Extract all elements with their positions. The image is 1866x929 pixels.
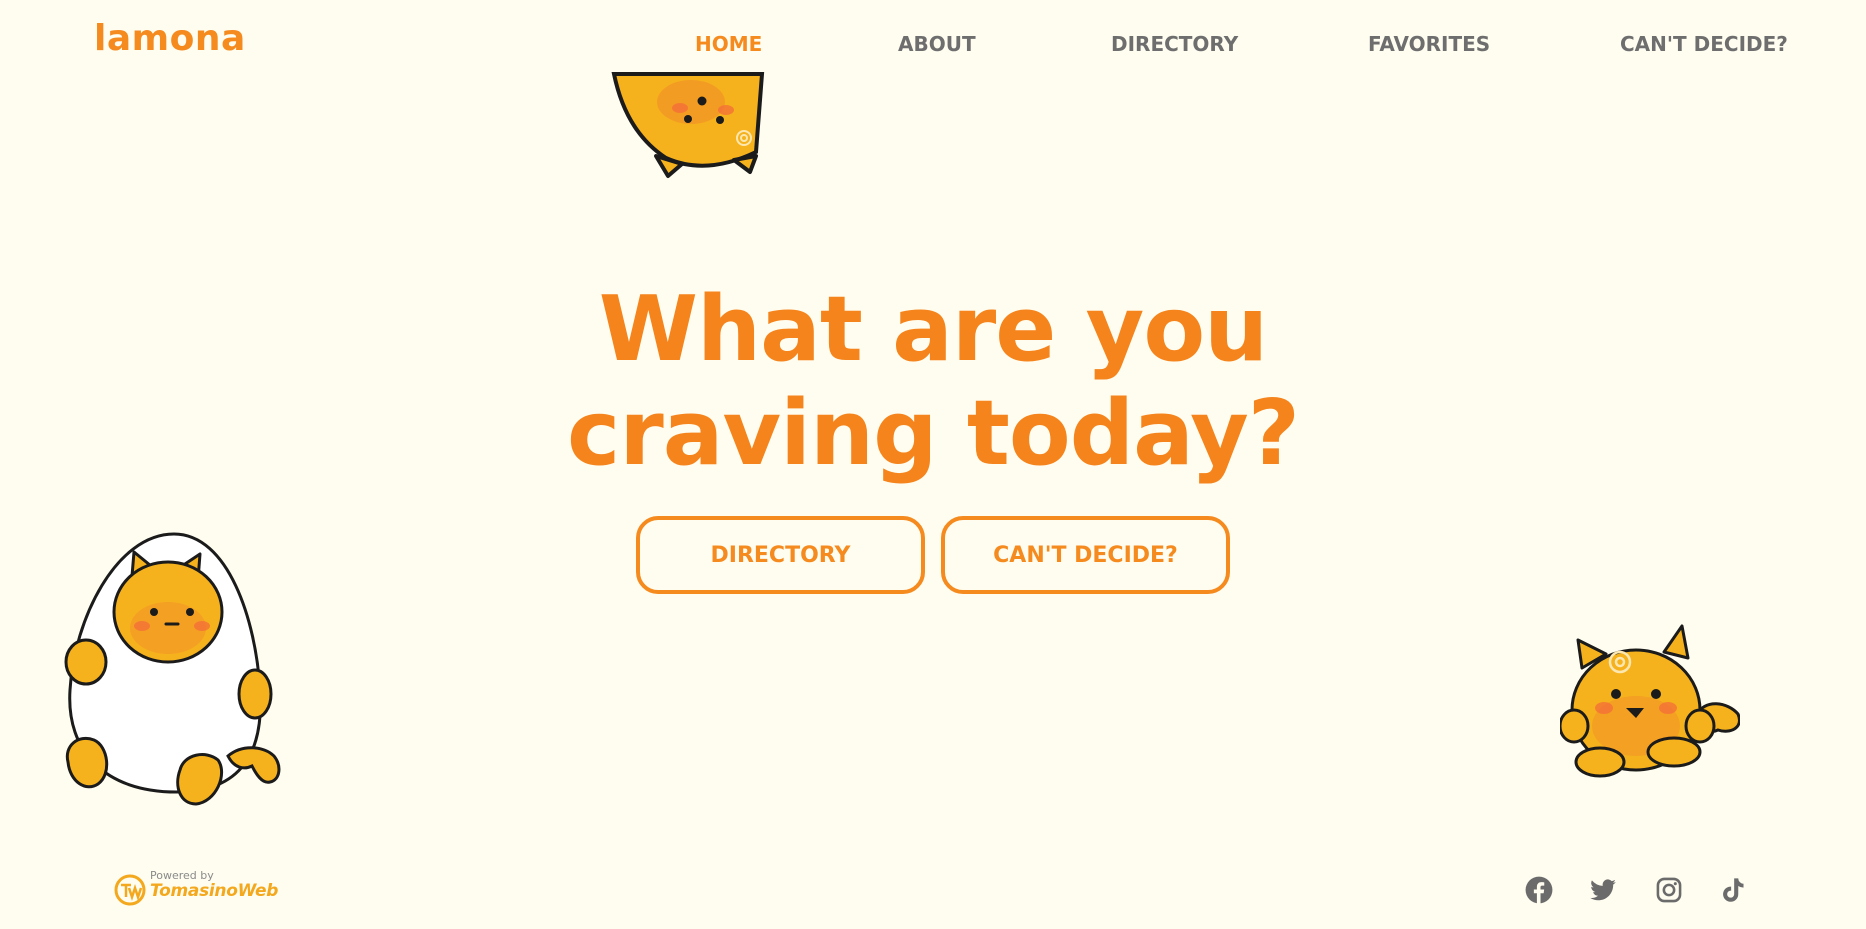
- main-nav: HOME ABOUT DIRECTORY FAVORITES CAN'T DEC…: [0, 32, 1866, 62]
- instagram-icon[interactable]: [1655, 876, 1683, 904]
- twitter-icon[interactable]: [1589, 876, 1617, 904]
- cant-decide-button[interactable]: CAN'T DECIDE?: [941, 516, 1230, 594]
- nav-item-about[interactable]: ABOUT: [898, 32, 976, 56]
- powered-by-brand: TomasinoWeb: [150, 881, 279, 901]
- nav-item-cant-decide[interactable]: CAN'T DECIDE?: [1620, 32, 1788, 56]
- hero-heading: What are you craving today?: [0, 278, 1866, 486]
- tomasinoweb-logo-icon: [114, 874, 146, 906]
- directory-button[interactable]: DIRECTORY: [636, 516, 925, 594]
- nav-item-directory[interactable]: DIRECTORY: [1111, 32, 1238, 56]
- hero-heading-line2: craving today?: [567, 381, 1300, 486]
- facebook-icon[interactable]: [1525, 876, 1553, 904]
- round-cat-illustration: [1560, 624, 1740, 778]
- hero-heading-line1: What are you: [598, 277, 1269, 382]
- nav-item-favorites[interactable]: FAVORITES: [1368, 32, 1490, 56]
- egg-cat-illustration: [64, 532, 281, 806]
- nav-item-home[interactable]: HOME: [695, 32, 762, 56]
- tiktok-icon[interactable]: [1719, 876, 1747, 904]
- upside-down-cat-illustration: [611, 72, 765, 178]
